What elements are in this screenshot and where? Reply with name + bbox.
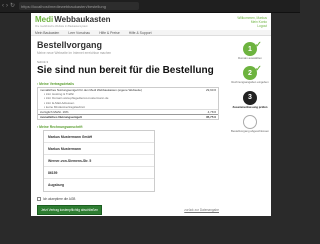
billing-address-table: Markus Mustermann GmbH Markus Mustermann W…: [43, 130, 155, 193]
main-heading: Sie sind nun bereit für die Bestellung: [37, 65, 214, 76]
step-number-circle: 2 ✓: [243, 64, 262, 81]
nav-item-baukasten[interactable]: Mein Baukasten: [35, 31, 59, 35]
step-label: Schritt 3: [37, 60, 49, 64]
site-header: Medi Webbaukasten Ihre medizinische Webs…: [31, 13, 271, 30]
step-number-circle: 4: [243, 115, 257, 130]
step-label: Bestellvorgang abgeschlossen: [231, 129, 269, 134]
order-content: Bestellvorgang Meine neue Webseite im In…: [37, 40, 227, 216]
billing-section-title: ▪ Meine Rechnungsanschrift: [37, 125, 83, 130]
url-text: https://localhost/mediewebbaukasten/best…: [21, 3, 106, 9]
logo-subtitle: Ihre medizinische Website im Baukastensy…: [35, 25, 88, 28]
step-label: Rechnungsangaben eingeben: [231, 80, 269, 85]
agb-label: Ich akzeptiere die AGB: [43, 197, 76, 202]
progress-step: 3 Zusammenfassung prüfen: [231, 90, 269, 109]
url-bar[interactable]: https://localhost/mediewebbaukasten/best…: [19, 2, 140, 10]
step-number: 1: [248, 45, 252, 53]
forward-icon[interactable]: ›: [6, 3, 8, 9]
contract-row: monatliches Nutzungsentgelt 35,75 €: [38, 114, 218, 119]
step-number-circle: 1 ✓: [243, 40, 262, 56]
browser-nav: ‹ › ↻: [0, 3, 15, 9]
step-number: 2: [248, 69, 252, 77]
logo[interactable]: Medi Webbaukasten Ihre medizinische Webs…: [35, 15, 111, 28]
contract-details-table: monatliches Nutzungsentgelt für den Medi…: [37, 87, 219, 121]
back-icon[interactable]: ‹: [2, 3, 4, 9]
billing-address-line: Werner-von-Siemens-Str. 5: [44, 155, 154, 168]
contract-row-value: 29,90 €: [205, 88, 216, 92]
step-number-circle: 3: [243, 90, 257, 105]
back-link[interactable]: zurück zur Datenangabe: [184, 208, 219, 212]
contract-row-value: 4,78 €: [207, 110, 216, 115]
contract-row-label: zuzüglich MwSt. 19%: [40, 110, 69, 115]
action-row: Jetzt Vertrag kostenpflichtig abschließe…: [37, 205, 219, 216]
welcome-text: Willkommen, Markus: [237, 15, 267, 20]
progress-step: 2 ✓ Rechnungsangaben eingeben: [231, 64, 269, 85]
step-number: 4: [248, 118, 252, 126]
contract-section-title: ▪ Meine Vertragsdetails: [37, 82, 75, 86]
submit-order-button[interactable]: Jetzt Vertrag kostenpflichtig abschließe…: [37, 205, 103, 216]
checkmark-icon: ✓: [255, 40, 262, 49]
billing-address-line: Augsburg: [48, 183, 65, 188]
account-links: Willkommen, Markus Mein Konto Logout: [237, 16, 267, 28]
step-label: Zusammenfassung prüfen: [232, 104, 268, 109]
logout-link[interactable]: Logout: [237, 24, 267, 28]
billing-address-line: Markus Mustermann: [44, 143, 154, 156]
browser-toolbar: ‹ › ↻ https://localhost/mediewebbaukaste…: [0, 0, 300, 13]
checkmark-icon: ✓: [255, 64, 262, 74]
nav-item-support[interactable]: Hilfe & Support: [129, 31, 152, 35]
logo-brand: Medi: [35, 15, 54, 24]
page-subtitle: Meine neue Webseite im Internet erreichb…: [37, 51, 112, 55]
nav-item-vorschau[interactable]: Leer Vorschau: [68, 31, 90, 35]
step-number: 3: [248, 94, 252, 102]
contract-row-label: monatliches Nutzungsentgelt: [40, 115, 82, 120]
step-label: Domain auswählen: [238, 56, 262, 60]
order-card: Bestellvorgang Meine neue Webseite im In…: [31, 36, 271, 216]
progress-step: 4 Bestellvorgang abgeschlossen: [231, 115, 269, 133]
progress-steps: 1 ✓ Domain auswählen 2 ✓ Rechnungsangaben ein…: [231, 40, 269, 140]
progress-step: 1 ✓ Domain auswählen: [231, 40, 269, 60]
reload-icon[interactable]: ↻: [10, 3, 15, 9]
nav-item-preise[interactable]: Hilfe & Preise: [99, 31, 120, 35]
contract-row-value: 35,75 €: [205, 115, 216, 120]
logo-name: Webbaukasten: [54, 15, 111, 24]
agb-checkbox[interactable]: [37, 197, 41, 202]
billing-address-line: Markus Mustermann GmbH: [44, 131, 154, 144]
page-title: Bestellvorgang: [37, 40, 103, 50]
agb-row: Ich akzeptiere die AGB: [37, 197, 227, 202]
contract-row-label: ▪ keine Mindestvertragslaufzeit: [44, 104, 85, 109]
billing-address-line: 86159: [44, 167, 154, 180]
